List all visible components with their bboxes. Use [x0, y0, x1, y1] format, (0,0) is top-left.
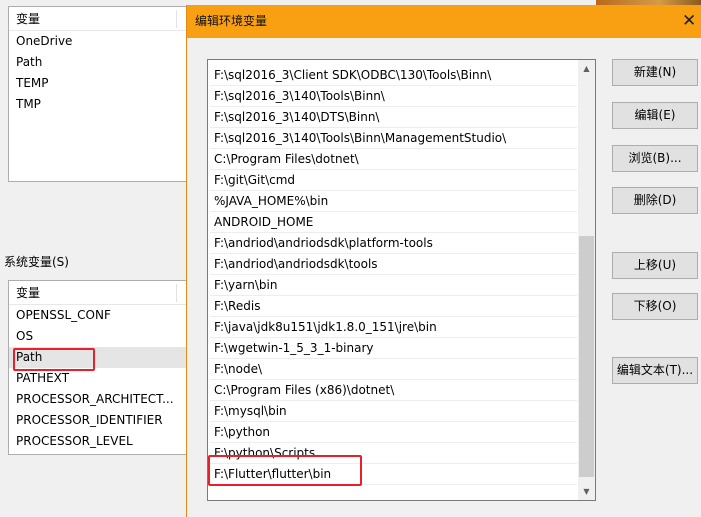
- user-var-row[interactable]: Path: [9, 52, 193, 73]
- new-button[interactable]: 新建(N): [612, 59, 698, 86]
- path-text: F:\git\Git\cmd: [214, 173, 296, 187]
- path-text: F:\Flutter\flutter\bin: [214, 467, 332, 481]
- path-row[interactable]: F:\Redis: [210, 296, 577, 317]
- path-text: F:\java\jdk8u151\jdk1.8.0_151\jre\bin: [214, 320, 437, 334]
- path-list[interactable]: F:\sql2016_3\Client SDK\ODBC\130\Tools\B…: [207, 59, 596, 501]
- system-var-row[interactable]: OPENSSL_CONF: [9, 305, 193, 326]
- title-bar[interactable]: 编辑环境变量 ✕: [187, 5, 701, 38]
- path-row[interactable]: F:\python: [210, 422, 577, 443]
- path-row[interactable]: F:\java\jdk8u151\jdk1.8.0_151\jre\bin: [210, 317, 577, 338]
- path-text: F:\wgetwin-1_5_3_1-binary: [214, 341, 374, 355]
- path-row[interactable]: F:\sql2016_3\Client SDK\ODBC\130\Tools\B…: [210, 65, 577, 86]
- path-text: F:\andriod\andriodsdk\tools: [214, 257, 378, 271]
- path-row[interactable]: ANDROID_HOME: [210, 212, 577, 233]
- path-text: F:\sql2016_3\140\Tools\Binn\: [214, 89, 385, 103]
- system-var-row[interactable]: OS: [9, 326, 193, 347]
- system-var-row[interactable]: PROCESSOR_LEVEL: [9, 431, 193, 452]
- user-vars-header[interactable]: 变量: [9, 7, 193, 31]
- path-row[interactable]: F:\wgetwin-1_5_3_1-binary: [210, 338, 577, 359]
- scrollbar-thumb[interactable]: [579, 236, 594, 477]
- path-text: F:\Redis: [214, 299, 261, 313]
- system-var-row[interactable]: PROCESSOR_ARCHITECT...: [9, 389, 193, 410]
- system-var-row[interactable]: PROCESSOR_IDENTIFIER: [9, 410, 193, 431]
- path-row[interactable]: C:\Program Files\dotnet\: [210, 149, 577, 170]
- close-icon[interactable]: ✕: [682, 5, 701, 38]
- path-row[interactable]: F:\andriod\andriodsdk\tools: [210, 254, 577, 275]
- user-var-row[interactable]: TMP: [9, 94, 193, 115]
- path-row[interactable]: F:\sql2016_3\140\DTS\Binn\: [210, 107, 577, 128]
- path-row-flutter[interactable]: F:\Flutter\flutter\bin: [210, 464, 577, 485]
- path-row[interactable]: F:\yarn\bin: [210, 275, 577, 296]
- column-separator[interactable]: [176, 10, 177, 28]
- path-text: %JAVA_HOME%\bin: [214, 194, 329, 208]
- path-text: F:\python\Scripts: [214, 446, 316, 460]
- system-var-row-selected[interactable]: Path: [9, 347, 193, 368]
- row-divider: [210, 484, 577, 485]
- path-row[interactable]: F:\python\Scripts: [210, 443, 577, 464]
- path-text: F:\sql2016_3\140\Tools\Binn\ManagementSt…: [214, 131, 507, 145]
- move-up-button[interactable]: 上移(U): [612, 252, 698, 279]
- path-row[interactable]: %JAVA_HOME%\bin: [210, 191, 577, 212]
- path-text: F:\python: [214, 425, 271, 439]
- system-variables-list[interactable]: 变量 OPENSSL_CONF OS Path PATHEXT PROCESSO…: [8, 280, 194, 455]
- path-row[interactable]: F:\node\: [210, 359, 577, 380]
- path-text: F:\mysql\bin: [214, 404, 287, 418]
- edit-text-button[interactable]: 编辑文本(T)...: [612, 357, 698, 384]
- scroll-down-icon[interactable]: ▼: [578, 483, 595, 500]
- path-text: F:\yarn\bin: [214, 278, 278, 292]
- path-text: F:\node\: [214, 362, 263, 376]
- path-text: ANDROID_HOME: [214, 215, 314, 229]
- browse-button[interactable]: 浏览(B)...: [612, 145, 698, 172]
- move-down-button[interactable]: 下移(O): [612, 293, 698, 320]
- edit-env-var-dialog: 编辑环境变量 ✕ F:\sql2016_3\Client SDK\ODBC\13…: [186, 5, 701, 517]
- user-var-row[interactable]: TEMP: [9, 73, 193, 94]
- column-separator[interactable]: [176, 284, 177, 302]
- user-variables-list[interactable]: 变量 OneDrive Path TEMP TMP: [8, 6, 194, 182]
- path-text: F:\sql2016_3\Client SDK\ODBC\130\Tools\B…: [214, 68, 492, 82]
- delete-button[interactable]: 删除(D): [612, 187, 698, 214]
- edit-button[interactable]: 编辑(E): [612, 102, 698, 129]
- path-row[interactable]: F:\sql2016_3\140\Tools\Binn\ManagementSt…: [210, 128, 577, 149]
- vertical-scrollbar[interactable]: ▲ ▼: [578, 60, 595, 500]
- scroll-up-icon[interactable]: ▲: [578, 60, 595, 77]
- system-var-row[interactable]: PATHEXT: [9, 368, 193, 389]
- path-text: C:\Program Files (x86)\dotnet\: [214, 383, 395, 397]
- path-text: C:\Program Files\dotnet\: [214, 152, 359, 166]
- path-text: F:\sql2016_3\140\DTS\Binn\: [214, 110, 380, 124]
- system-variables-label: 系统变量(S): [4, 255, 69, 269]
- path-row[interactable]: F:\sql2016_3\140\Tools\Binn\: [210, 86, 577, 107]
- path-row[interactable]: F:\andriod\andriodsdk\platform-tools: [210, 233, 577, 254]
- path-row[interactable]: F:\mysql\bin: [210, 401, 577, 422]
- path-row[interactable]: F:\git\Git\cmd: [210, 170, 577, 191]
- path-row[interactable]: C:\Program Files (x86)\dotnet\: [210, 380, 577, 401]
- dialog-title: 编辑环境变量: [195, 14, 268, 28]
- path-text: F:\andriod\andriodsdk\platform-tools: [214, 236, 433, 250]
- system-vars-header[interactable]: 变量: [9, 281, 193, 305]
- user-var-row[interactable]: OneDrive: [9, 31, 193, 52]
